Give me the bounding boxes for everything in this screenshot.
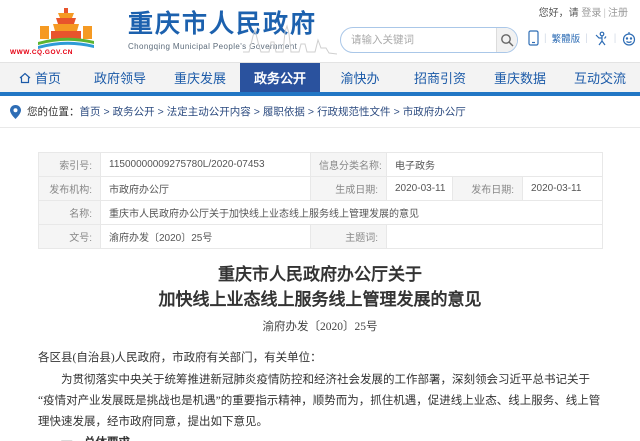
doc-number-value: 渝府办发〔2020〕25号 (101, 225, 311, 249)
document-body: 各区县(自治县)人民政府，市政府有关部门，有关单位： 为贯彻落实中央关于统筹推进… (38, 348, 602, 441)
nav-label: 招商引资 (414, 68, 466, 87)
publish-date-value: 2020-03-11 (523, 177, 603, 201)
created-date-value: 2020-03-11 (387, 177, 453, 201)
document-meta-table: 索引号: 11500000009275780L/2020-07453 信息分类名… (38, 152, 603, 249)
page: WWW.CQ.GOV.CN 重庆市人民政府 Chongqing Municipa… (0, 0, 640, 441)
site-logo[interactable]: WWW.CQ.GOV.CN (10, 6, 122, 58)
great-hall-building-icon (10, 6, 122, 50)
nav-item-government-leaders[interactable]: 政府领导 (80, 63, 160, 92)
robot-assistant-icon[interactable] (621, 31, 637, 46)
skyline-decoration-icon (243, 22, 338, 58)
breadcrumb-separator: > (104, 106, 110, 118)
breadcrumb-item-home[interactable]: 首页 (80, 104, 101, 119)
index-number-label: 索引号: (39, 153, 101, 177)
breadcrumb-separator: > (158, 106, 164, 118)
nav-item-yukuaiban[interactable]: 渝快办 (320, 63, 400, 92)
mobile-version-icon[interactable] (528, 30, 539, 46)
document-body-wrap: 重庆市人民政府办公厅关于 加快线上业态线上服务线上管理发展的意见 渝府办发〔20… (38, 263, 602, 441)
accessibility-icon[interactable] (593, 31, 609, 46)
nav-label: 政府领导 (94, 68, 146, 87)
table-row: 索引号: 11500000009275780L/2020-07453 信息分类名… (39, 153, 603, 177)
issuing-agency-label: 发布机构: (39, 177, 101, 201)
main-nav: 首页 政府领导 重庆发展 政务公开 渝快办 招商引资 重庆数据 互动交流 (0, 62, 640, 92)
breadcrumb: 您的位置： 首页 > 政务公开 > 法定主动公开内容 > 履职依据 > 行政规范… (0, 96, 640, 127)
search-button[interactable] (496, 28, 517, 52)
tools-separator: | (585, 33, 588, 44)
info-category-label: 信息分类名称: (311, 153, 387, 177)
breadcrumb-prefix: 您的位置： (27, 104, 80, 119)
tools-separator: | (544, 33, 547, 44)
nav-item-chongqing-development[interactable]: 重庆发展 (160, 63, 240, 92)
subject-words-label: 主题词: (311, 225, 387, 249)
user-greeting: 您好，请 登录|注册 (539, 4, 628, 19)
location-pin-icon (10, 105, 21, 119)
doc-number-label: 文号: (39, 225, 101, 249)
nav-label: 互动交流 (574, 68, 626, 87)
breadcrumb-separator: > (308, 106, 314, 118)
index-number-value: 11500000009275780L/2020-07453 (101, 153, 311, 177)
document-title: 重庆市人民政府办公厅关于 加快线上业态线上服务线上管理发展的意见 (38, 263, 602, 312)
paragraph: 为贯彻落实中央关于统筹推进新冠肺炎疫情防控和经济社会发展的工作部署，深刻领会习近… (38, 370, 602, 434)
nav-item-home[interactable]: 首页 (0, 63, 80, 92)
nav-item-government-affairs[interactable]: 政务公开 (240, 63, 320, 92)
publish-date-label: 发布日期: (453, 177, 523, 201)
login-register-separator: | (603, 8, 606, 19)
breadcrumb-item-normative-documents[interactable]: 行政规范性文件 (317, 104, 391, 119)
nav-item-investment[interactable]: 招商引资 (400, 63, 480, 92)
document-title-line1: 重庆市人民政府办公厅关于 (38, 263, 602, 288)
salutation: 各区县(自治县)人民政府，市政府有关部门，有关单位： (38, 348, 602, 369)
document-number: 渝府办发〔2020〕25号 (38, 318, 602, 334)
table-row: 文号: 渝府办发〔2020〕25号 主题词: (39, 225, 603, 249)
breadcrumb-item-general-office[interactable]: 市政府办公厅 (403, 104, 466, 119)
doc-name-value: 重庆市人民政府办公厅关于加快线上业态线上服务线上管理发展的意见 (101, 201, 603, 225)
nav-item-interaction[interactable]: 互动交流 (560, 63, 640, 92)
nav-label: 重庆发展 (174, 68, 226, 87)
breadcrumb-separator: > (254, 106, 260, 118)
table-row: 名称: 重庆市人民政府办公厅关于加快线上业态线上服务线上管理发展的意见 (39, 201, 603, 225)
login-link[interactable]: 登录 (581, 8, 601, 19)
info-category-value: 电子政务 (387, 153, 603, 177)
search-input[interactable] (341, 28, 496, 52)
register-link[interactable]: 注册 (608, 8, 628, 19)
nav-label: 重庆数据 (494, 68, 546, 87)
table-row: 发布机构: 市政府办公厅 生成日期: 2020-03-11 发布日期: 2020… (39, 177, 603, 201)
site-header: WWW.CQ.GOV.CN 重庆市人民政府 Chongqing Municipa… (0, 0, 640, 62)
doc-name-label: 名称: (39, 201, 101, 225)
search-bar (340, 27, 518, 53)
created-date-label: 生成日期: (311, 177, 387, 201)
issuing-agency-value: 市政府办公厅 (101, 177, 311, 201)
subject-words-value (387, 225, 603, 249)
breadcrumb-separator: > (394, 106, 400, 118)
document-title-line2: 加快线上业态线上服务线上管理发展的意见 (38, 288, 602, 313)
breadcrumb-item-statutory-disclosure[interactable]: 法定主动公开内容 (167, 104, 251, 119)
logo-url-text: WWW.CQ.GOV.CN (10, 49, 122, 56)
nav-label: 首页 (35, 68, 61, 87)
section-heading: 一、总体要求 (38, 433, 602, 441)
home-icon (19, 72, 31, 84)
greeting-text: 您好，请 (539, 8, 579, 19)
breadcrumb-item-duty-basis[interactable]: 履职依据 (263, 104, 305, 119)
breadcrumb-item-gov-affairs[interactable]: 政务公开 (113, 104, 155, 119)
search-icon (500, 33, 514, 47)
nav-label: 政务公开 (254, 68, 306, 87)
header-tools: | 繁體版 | | (528, 30, 637, 46)
document-page: 索引号: 11500000009275780L/2020-07453 信息分类名… (0, 128, 640, 441)
nav-label: 渝快办 (340, 68, 379, 87)
nav-item-chongqing-data[interactable]: 重庆数据 (480, 63, 560, 92)
traditional-chinese-link[interactable]: 繁體版 (552, 31, 581, 45)
tools-separator: | (614, 33, 617, 44)
